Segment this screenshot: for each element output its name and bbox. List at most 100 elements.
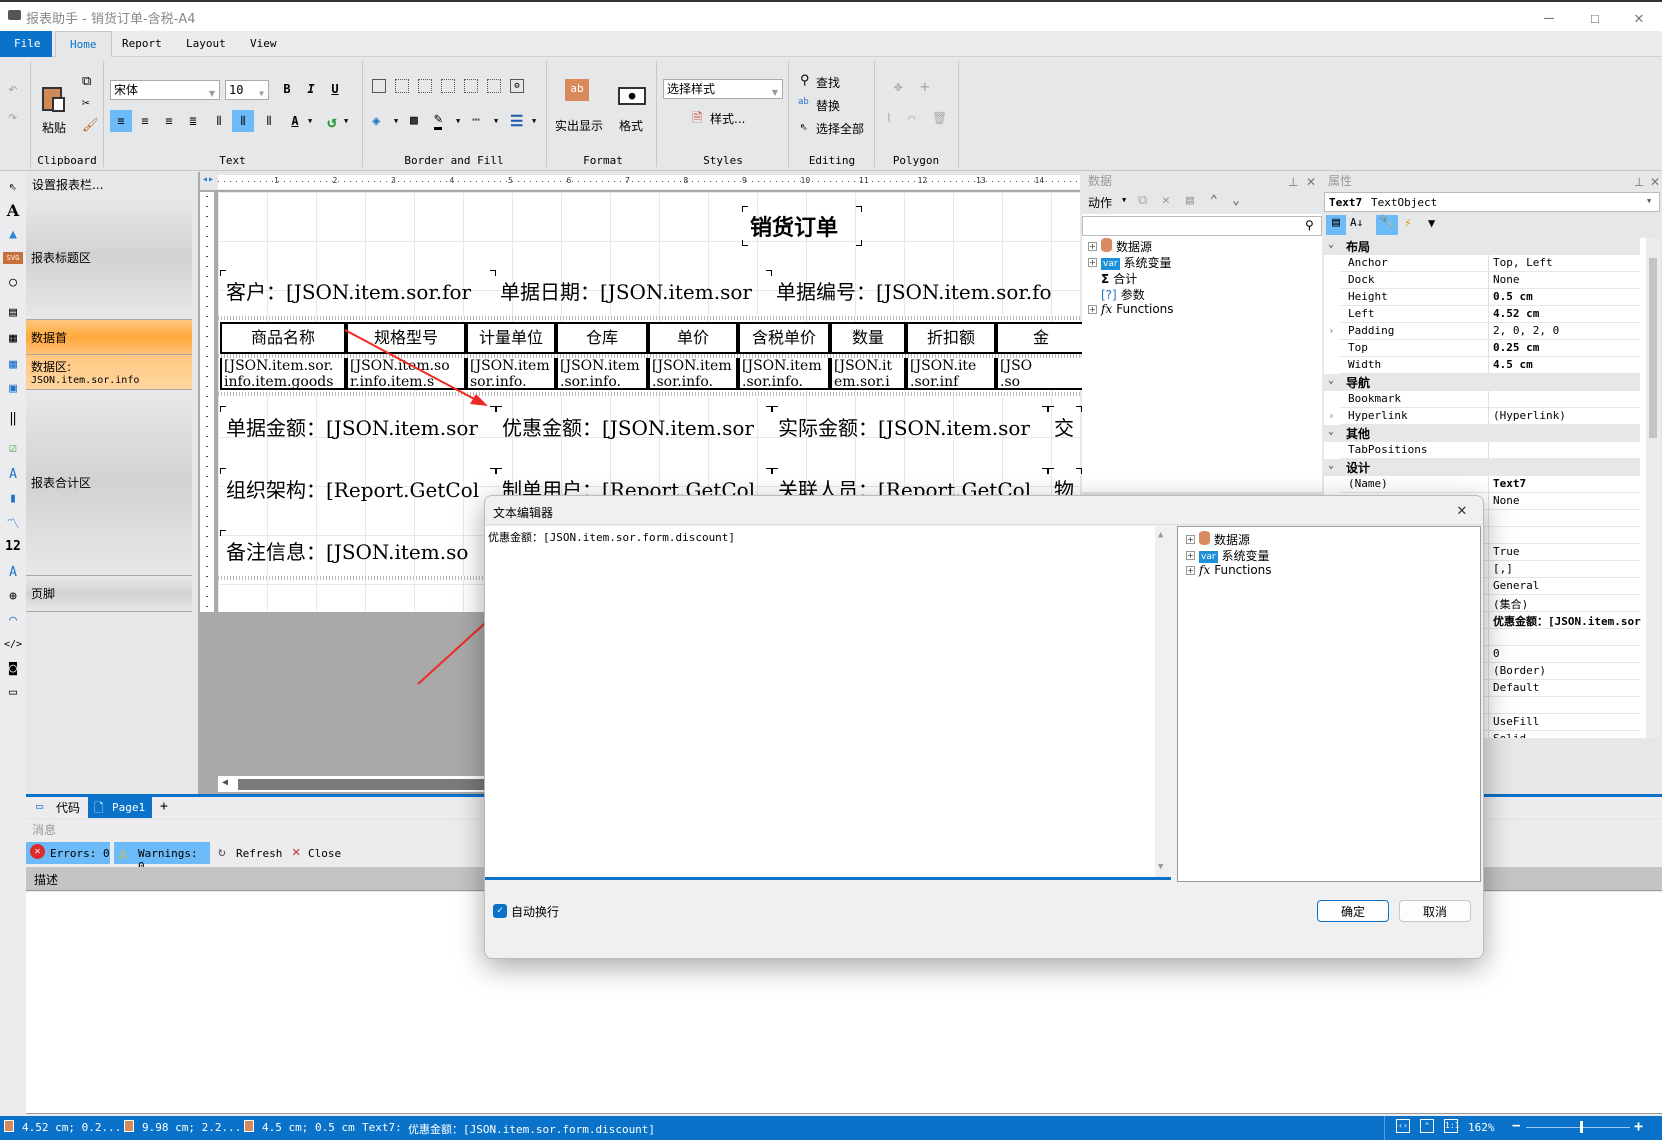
pin-icon[interactable]: ⊥	[1288, 173, 1298, 191]
dialog-tree-item[interactable]: + fx Functions	[1186, 563, 1272, 577]
actions-dropdown-icon[interactable]: ▼	[1122, 196, 1126, 204]
property-row[interactable]: Anchor Top, Left	[1340, 255, 1640, 272]
chevron-right-icon[interactable]: ›	[1328, 324, 1335, 337]
data-search-input[interactable]: ⚲	[1082, 216, 1322, 236]
code-icon: ▭	[36, 799, 44, 813]
zoom-level: 162%	[1468, 1121, 1495, 1134]
property-row[interactable]: TabPositions	[1340, 442, 1640, 459]
editor-scrollbar[interactable]: ▲ ▼	[1155, 526, 1171, 877]
database-icon	[1199, 531, 1210, 548]
property-row[interactable]: › Padding 2, 0, 2, 0	[1328, 323, 1640, 340]
close-pane-icon[interactable]: ✕	[1306, 173, 1316, 191]
property-scrollbar[interactable]	[1646, 238, 1660, 738]
zoom-slider[interactable]	[1526, 1127, 1630, 1128]
property-row[interactable]: Left 4.52 cm	[1340, 306, 1640, 323]
property-row[interactable]: › Hyperlink (Hyperlink)	[1328, 408, 1640, 425]
refresh-icon: ↻	[218, 845, 226, 860]
dialog-title: 文本编辑器	[493, 506, 554, 520]
tab-code[interactable]: 代码	[56, 799, 80, 816]
warnings-filter-button[interactable]: ⚠ Warnings: 0	[114, 842, 210, 873]
warning-icon: ⚠	[118, 843, 128, 862]
dialog-close-button[interactable]: ✕	[1457, 500, 1467, 519]
size-icon	[244, 1120, 254, 1132]
dialog-tree-item[interactable]: + 数据源	[1186, 531, 1250, 548]
function-icon: fx	[1101, 302, 1113, 316]
close-messages-button[interactable]: Close	[308, 847, 341, 860]
chevron-right-icon[interactable]: ›	[1328, 409, 1335, 422]
edit-icon[interactable]: ⧉	[1138, 193, 1147, 208]
expression-textarea[interactable]: 优惠金额：[JSON.item.sor.form.discount] ▲ ▼	[485, 526, 1171, 880]
location-readout: 4.52 cm; 0.2...	[22, 1121, 122, 1134]
function-icon: fx	[1199, 563, 1211, 577]
actual-size-button[interactable]: 1:1	[1444, 1119, 1459, 1133]
error-icon: ✕	[30, 844, 45, 859]
properties-toolbar: ▤ A↓ 🔧 ⚡ ▼	[1324, 214, 1660, 236]
scroll-down-icon[interactable]: ▼	[1158, 862, 1163, 872]
sigma-icon: Σ	[1101, 271, 1110, 286]
zoom-slider-thumb[interactable]	[1580, 1121, 1583, 1133]
move-up-icon[interactable]: ⌃	[1210, 193, 1218, 208]
property-scroll-thumb[interactable]	[1649, 258, 1657, 438]
properties-icon[interactable]: 🔧	[1376, 215, 1398, 235]
property-row[interactable]: (Name) Text7	[1340, 476, 1640, 493]
data-tree-item[interactable]: + fx Functions	[1088, 302, 1174, 316]
close-messages-icon: ✕	[292, 844, 301, 860]
data-tree-item[interactable]: Σ 合计	[1088, 270, 1137, 287]
object-dropdown-icon[interactable]: ▼	[1647, 197, 1651, 205]
database-icon	[1101, 238, 1112, 255]
property-category[interactable]: ⌄ 布局	[1324, 238, 1640, 255]
annotation-arrowhead-1	[470, 394, 488, 406]
var-icon: var	[1101, 258, 1120, 270]
zoom-in-button[interactable]: +	[1634, 1117, 1643, 1135]
tab-page1[interactable]: 🗋 Page1	[88, 797, 152, 818]
location-icon	[4, 1120, 14, 1132]
data-tree-item[interactable]: + 数据源	[1088, 238, 1152, 255]
add-page-button[interactable]: +	[160, 799, 168, 814]
scroll-up-icon[interactable]: ▲	[1158, 530, 1163, 540]
dialog-tree-item[interactable]: + var 系统变量	[1186, 547, 1270, 564]
property-row[interactable]: Width 4.5 cm	[1340, 357, 1640, 374]
filter-icon[interactable]: ▼	[1428, 216, 1435, 230]
bottom-right-readout: 9.98 cm; 2.2...	[142, 1121, 242, 1134]
ok-button[interactable]: 确定	[1317, 900, 1389, 922]
property-row[interactable]: Dock None	[1340, 272, 1640, 289]
events-icon[interactable]: ⚡	[1404, 216, 1412, 231]
chevron-down-icon: ⌄	[1328, 239, 1335, 250]
data-pane: 数据 ⊥ ✕ 动作 ▼ ⧉ ✕ ▤ ⌃ ⌄ ⚲ + 数据源 + var 系统变量 Σ 合计[…	[1082, 172, 1322, 492]
property-row[interactable]: Height 0.5 cm	[1340, 289, 1640, 306]
object-selector[interactable]: Text7 TextObject ▼	[1324, 192, 1660, 212]
categorized-icon[interactable]: ▤	[1326, 215, 1346, 235]
size-readout: 4.5 cm; 0.5 cm	[262, 1121, 355, 1134]
selected-object-text: 优惠金额：[JSON.item.sor.form.discount]	[408, 1123, 656, 1136]
var-icon: var	[1199, 551, 1218, 563]
annotation-arrow-1	[344, 329, 481, 403]
property-category[interactable]: ⌄ 导航	[1324, 374, 1640, 391]
data-tree: + 数据源 + var 系统变量 Σ 合计 [?] 参数 + fx Functions	[1082, 238, 1322, 488]
errors-filter-button[interactable]: ✕ Errors: 0	[26, 842, 110, 864]
property-row[interactable]: Bookmark	[1340, 391, 1640, 408]
move-down-icon[interactable]: ⌄	[1232, 193, 1240, 208]
wordwrap-label: 自动换行	[511, 905, 560, 919]
view-icon[interactable]: ▤	[1186, 193, 1194, 208]
bottom-right-icon	[124, 1120, 134, 1132]
delete-icon[interactable]: ✕	[1162, 193, 1170, 208]
property-category[interactable]: ⌄ 其他	[1324, 425, 1640, 442]
property-category[interactable]: ⌄ 设计	[1324, 459, 1640, 476]
data-tree-item[interactable]: + var 系统变量	[1088, 254, 1172, 271]
fit-width-button[interactable]: ‹›	[1396, 1119, 1410, 1133]
alphabetical-icon[interactable]: A↓	[1350, 216, 1363, 229]
refresh-button[interactable]: Refresh	[236, 847, 282, 860]
fit-page-button[interactable]: ⌃	[1420, 1119, 1434, 1133]
close-pane-icon[interactable]: ✕	[1650, 173, 1660, 191]
property-row[interactable]: Top 0.25 cm	[1340, 340, 1640, 357]
chevron-down-icon: ⌄	[1328, 375, 1335, 386]
wordwrap-checkbox[interactable]: ✓	[493, 904, 507, 918]
data-tree-item[interactable]: [?] 参数	[1088, 286, 1145, 303]
actions-menu[interactable]: 动作	[1088, 194, 1112, 211]
dialog-data-tree: + 数据源 + var 系统变量 + fx Functions	[1177, 526, 1481, 882]
cancel-button[interactable]: 取消	[1399, 900, 1471, 922]
chevron-down-icon: ⌄	[1328, 460, 1335, 471]
selected-object: Text7:	[362, 1121, 402, 1134]
pin-icon[interactable]: ⊥	[1634, 173, 1644, 191]
zoom-out-button[interactable]: −	[1512, 1118, 1520, 1134]
